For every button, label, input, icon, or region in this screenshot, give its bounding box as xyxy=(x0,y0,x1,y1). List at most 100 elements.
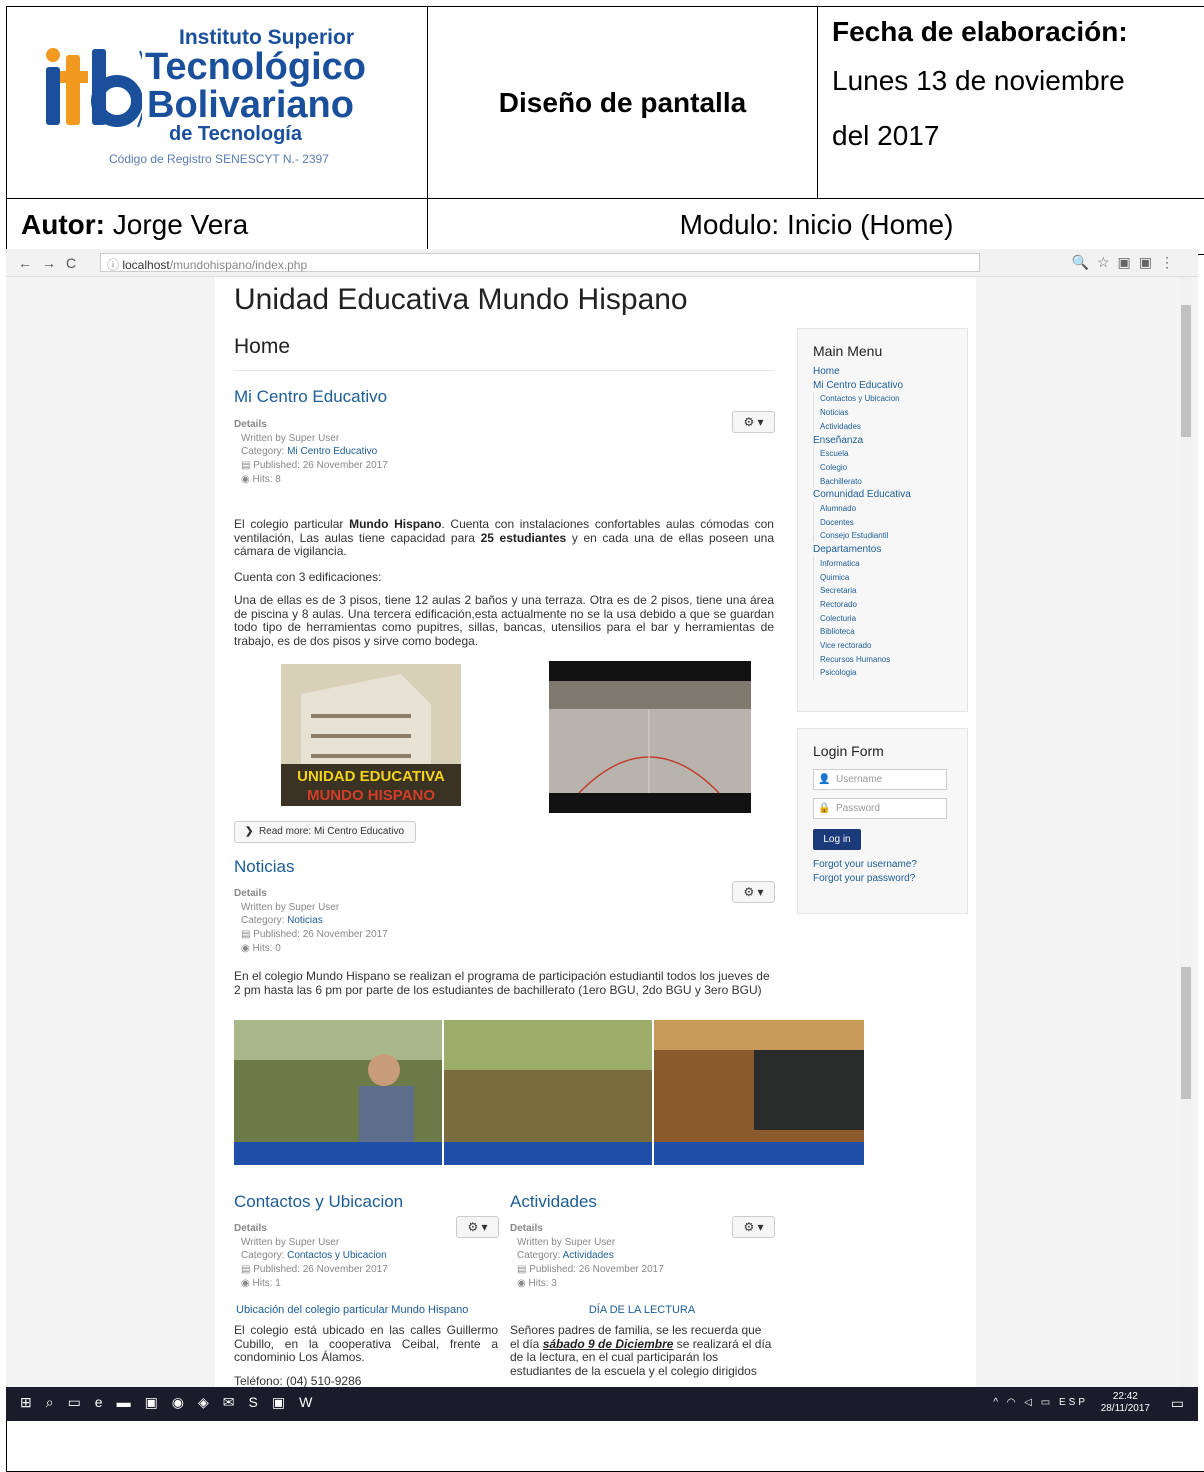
main-menu-title: Main Menu xyxy=(813,343,883,359)
author-row: Autor: Jorge Vera Modulo: Inicio (Home) xyxy=(7,199,1204,255)
date-line2: del 2017 xyxy=(832,120,940,151)
article-paragraph: Señores padres de familia, se les recuer… xyxy=(510,1323,772,1378)
tray-icons[interactable]: ^ ◠ ◁ ▭ ESP xyxy=(993,1397,1088,1408)
windows-taskbar: ⊞⌕▭e▬▣◉◈✉S▣W ^ ◠ ◁ ▭ ESP 22:42 28/11/2017… xyxy=(6,1387,1198,1421)
menu-item[interactable]: Psicologia xyxy=(813,666,967,681)
date-cell: Fecha de elaboración: Lunes 13 de noviem… xyxy=(819,7,1204,199)
reading-day-heading: DÍA DE LA LECTURA xyxy=(588,1304,696,1316)
article-meta: Details Written by Super User Category: … xyxy=(510,1223,664,1289)
logo-wordmark: Instituto Superior Tecnológico Bolivaria… xyxy=(145,26,366,145)
author-cell: Autor: Jorge Vera xyxy=(7,199,428,255)
menu-item[interactable]: Home xyxy=(798,365,967,379)
lock-icon: 🔒 xyxy=(818,803,831,814)
school-building-image: UNIDAD EDUCATIVA MUNDO HISPANO xyxy=(281,664,461,806)
article-paragraph: Una de ellas es de 3 pisos, tiene 12 aul… xyxy=(234,593,774,648)
toolbar-icons[interactable]: 🔍☆▣▣⋮ xyxy=(1072,254,1182,271)
menu-item[interactable]: Biblioteca xyxy=(813,625,967,640)
calendar-icon: ▤ xyxy=(241,929,251,941)
menu-item[interactable]: Informatica xyxy=(813,556,967,571)
article-settings-button[interactable]: ⚙ ▾ xyxy=(732,881,775,903)
menu-item[interactable]: Docentes xyxy=(813,515,967,530)
password-field[interactable]: 🔒 Password xyxy=(813,798,947,819)
login-form-title: Login Form xyxy=(813,743,884,759)
article-settings-button[interactable]: ⚙ ▾ xyxy=(456,1216,499,1238)
forgot-username-link[interactable]: Forgot your username? xyxy=(813,859,917,870)
main-menu-module: Main Menu Home Mi Centro Educativo Contact… xyxy=(797,328,968,712)
menu-item[interactable]: Quimica xyxy=(813,570,967,585)
menu-item[interactable]: Departamentos xyxy=(798,543,967,557)
main-menu-list: Home Mi Centro Educativo Contactos y Ubica… xyxy=(798,365,967,681)
menu-item[interactable]: Escuela xyxy=(813,447,967,461)
menu-item[interactable]: Mi Centro Educativo xyxy=(798,379,967,393)
logo-cell: Instituto Superior Tecnológico Bolivaria… xyxy=(7,7,428,199)
article-paragraph: El colegio particular Mundo Hispano. Cue… xyxy=(234,517,774,558)
browser-toolbar: ←→C ⓘ localhost/mundohispano/index.php 🔍… xyxy=(6,249,1198,277)
taskbar-clock[interactable]: 22:42 28/11/2017 xyxy=(1101,1391,1150,1415)
menu-item[interactable]: Recursos Humanos xyxy=(813,652,967,667)
header-row: Instituto Superior Tecnológico Bolivaria… xyxy=(7,7,1204,199)
notification-icon[interactable]: ▭ xyxy=(1171,1395,1184,1412)
login-button[interactable]: Log in xyxy=(813,829,861,850)
article-paragraph: El colegio está ubicado en las calles Gu… xyxy=(234,1323,498,1364)
calendar-icon: ▤ xyxy=(241,460,251,472)
address-bar[interactable]: ⓘ localhost/mundohispano/index.php xyxy=(100,253,980,272)
doc-title: Diseño de pantalla xyxy=(428,7,818,199)
eye-icon: ◉ xyxy=(241,1277,250,1289)
senescyt-code: Código de Registro SENESCYT N.- 2397 xyxy=(109,152,329,166)
date-label: Fecha de elaboración: xyxy=(832,16,1128,47)
article-meta: Details Written by Super User Category: … xyxy=(234,419,388,485)
forgot-password-link[interactable]: Forgot your password? xyxy=(813,873,915,884)
menu-item[interactable]: Consejo Estudiantil xyxy=(813,529,967,544)
calendar-icon: ▤ xyxy=(517,1264,527,1276)
nav-buttons-icon[interactable]: ←→C xyxy=(18,255,86,271)
menu-item[interactable]: Alumnado xyxy=(813,502,967,516)
menu-item[interactable]: Secretaria xyxy=(813,584,967,598)
taskbar-app-icons[interactable]: ⊞⌕▭e▬▣◉◈✉S▣W xyxy=(20,1394,326,1411)
category-link[interactable]: Contactos y Ubicacion xyxy=(287,1250,387,1261)
eye-icon: ◉ xyxy=(241,473,250,485)
activity-photos-image xyxy=(234,1020,864,1165)
article-title-centro[interactable]: Mi Centro Educativo xyxy=(234,387,387,407)
article-meta: Details Written by Super User Category: … xyxy=(234,888,388,954)
article-title-contactos[interactable]: Contactos y Ubicacion xyxy=(234,1192,403,1212)
category-link[interactable]: Noticias xyxy=(287,915,323,926)
menu-item[interactable]: Colecturia xyxy=(813,611,967,626)
menu-item[interactable]: Enseñanza xyxy=(798,434,967,448)
menu-item[interactable]: Bachillerato xyxy=(813,474,967,489)
itb-logo-icon xyxy=(46,48,142,128)
module-cell: Modulo: Inicio (Home) xyxy=(679,209,954,240)
scrollbar[interactable] xyxy=(1180,277,1192,1387)
calendar-icon: ▤ xyxy=(241,1264,251,1276)
image-caption-line2: MUNDO HISPANO xyxy=(307,787,435,804)
category-link[interactable]: Actividades xyxy=(563,1250,614,1261)
user-icon: 👤 xyxy=(818,774,831,785)
menu-item[interactable]: Comunidad Educativa xyxy=(798,488,967,502)
menu-item[interactable]: Colegio xyxy=(813,460,967,475)
article-title-noticias[interactable]: Noticias xyxy=(234,857,294,877)
article-settings-button[interactable]: ⚙ ▾ xyxy=(732,1216,775,1238)
menu-item[interactable]: Vice rectorado xyxy=(813,639,967,653)
menu-item[interactable]: Contactos y Ubicacion xyxy=(813,392,967,407)
read-more-button[interactable]: ❯ Read more: Mi Centro Educativo xyxy=(234,821,416,843)
category-link[interactable]: Mi Centro Educativo xyxy=(287,446,377,457)
article-paragraph: Cuenta con 3 edificaciones: xyxy=(234,570,382,584)
site-page: Unidad Educativa Mundo Hispano Home Mi C… xyxy=(215,277,976,1388)
browser-screenshot: ←→C ⓘ localhost/mundohispano/index.php 🔍… xyxy=(6,249,1198,1421)
scrollbar-thumb[interactable] xyxy=(1181,305,1191,437)
menu-item[interactable]: Rectorado xyxy=(813,597,967,612)
school-patio-image xyxy=(549,661,751,813)
article-meta: Details Written by Super User Category: … xyxy=(234,1223,388,1289)
eye-icon: ◉ xyxy=(517,1277,526,1289)
username-field[interactable]: 👤 Username xyxy=(813,769,947,790)
article-paragraph: En el colegio Mundo Hispano se realizan … xyxy=(234,969,770,997)
location-heading: Ubicación del colegio particular Mundo H… xyxy=(236,1304,469,1316)
article-title-actividades[interactable]: Actividades xyxy=(510,1192,597,1212)
menu-item[interactable]: Actividades xyxy=(813,419,967,434)
scrollbar-thumb[interactable] xyxy=(1181,967,1191,1099)
eye-icon: ◉ xyxy=(241,942,250,954)
site-title[interactable]: Unidad Educativa Mundo Hispano xyxy=(234,283,688,317)
article-settings-button[interactable]: ⚙ ▾ xyxy=(732,411,775,433)
date-line1: Lunes 13 de noviembre xyxy=(832,65,1125,96)
login-form-module: Login Form 👤 Username 🔒 Password Log in Fo… xyxy=(797,728,968,914)
menu-item[interactable]: Noticias xyxy=(813,406,967,420)
